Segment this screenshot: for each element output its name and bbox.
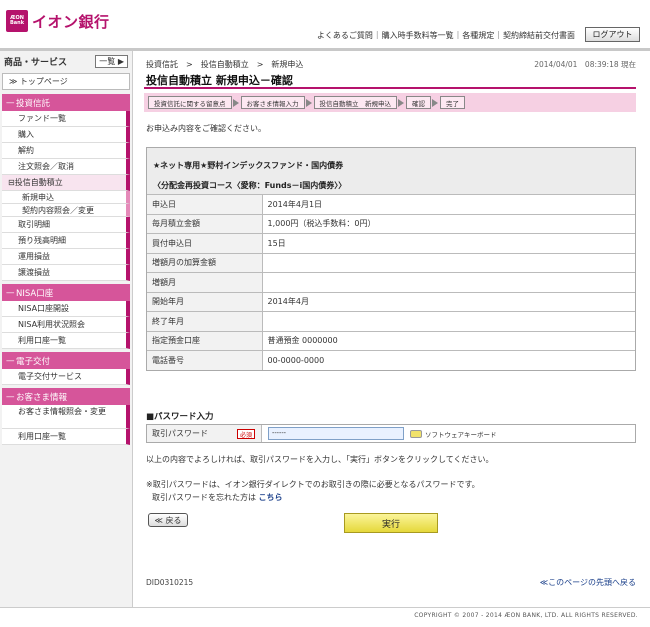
sidebar-title: 商品・サービス [4,57,68,68]
collapse-icon: — [6,97,15,108]
sidebar-item-order-inquiry[interactable]: 注文照会／取消 [2,159,130,175]
pre-contract-doc-link[interactable]: 契約締結前交付書面 [500,30,578,41]
sidebar: 商品・サービス 一覧 ▶ ≫ トップページ — 投資信託 ファンド一覧 購入 解約… [0,51,133,607]
chevron-right-icon: ≫ [9,77,20,86]
copyright: COPYRIGHT © 2007 - 2014 ÆON BANK, LTD. A… [414,612,638,619]
page-title: 投信自動積立 新規申込－確認 [146,74,293,87]
back-to-top-link[interactable]: ≪このページの先頭へ戻る [540,577,636,588]
sidebar-item-contract-inquiry[interactable]: 契約内容照会／変更 [2,204,130,217]
aeon-bank-logo[interactable]: ÆON Bank イオン銀行 [6,10,110,32]
sidebar-item-toppage[interactable]: ≫ トップページ [2,73,130,90]
faq-link[interactable]: よくあるご質問 [314,30,376,41]
step-customer-info: お客さま情報入力 [240,96,312,109]
table-row: 毎月積立金額 1,000円（税込手数料：0円） [147,213,635,234]
section-header-investment-trust[interactable]: — 投資信託 [2,94,130,111]
detail-table: 申込日 2014年4月1日 毎月積立金額 1,000円（税込手数料：0円） 買付申込… [147,194,635,370]
sidebar-item-account-list-2[interactable]: 利用口座一覧 [2,429,130,445]
password-row: 取引パスワード 必須 ソフトウェアキーボード [146,424,636,443]
step-new-application: 投信自動積立 新規申込 [313,96,404,109]
sidebar-item-transaction-detail[interactable]: 取引明細 [2,217,130,233]
sidebar-item-account-list[interactable]: 利用口座一覧 [2,333,130,349]
password-note: ※取引パスワードは、イオン銀行ダイレクトでのお取引きの際に必要となるパスワードで… [146,480,480,489]
title-underline [144,87,636,89]
application-detail-box: ★ネット専用★野村インデックスファンド・国内債券 〈分配金再投資コース〈愛称：F… [146,147,636,371]
sidebar-item-e-delivery-service[interactable]: 電子交付サービス [2,369,130,385]
back-button[interactable]: ≪ 戻る [148,513,188,527]
sidebar-item-fund-list[interactable]: ファンド一覧 [2,111,130,127]
aeon-logo-icon: ÆON Bank [6,10,28,32]
fund-header: ★ネット専用★野村インデックスファンド・国内債券 〈分配金再投資コース〈愛称：F… [147,148,635,194]
table-row: 買付申込日 15日 [147,233,635,253]
password-label: 取引パスワード 必須 [147,425,262,442]
sidebar-item-holdings[interactable]: 預り残高明細 [2,233,130,249]
sidebar-item-new-application[interactable]: 新規申込 [2,191,130,204]
fee-list-link[interactable]: 購入時手数料等一覧 [379,30,457,41]
forgot-password-note: 取引パスワードを忘れた方は こちら [152,493,283,502]
current-datetime: 2014/04/01 08:39:18 現在 [534,60,636,69]
minus-box-icon: ⊟ [8,178,15,187]
password-heading: ■パスワード入力 [146,412,214,422]
sidebar-item-transfer-profit-loss[interactable]: 譲渡損益 [2,265,130,281]
software-keyboard-link[interactable]: ソフトウェアキーボード [425,429,497,439]
sidebar-item-cancel[interactable]: 解約 [2,143,130,159]
table-row: 申込日 2014年4月1日 [147,194,635,214]
sidebar-section-nisa: — NISA口座 NISA口座開設 NISA利用状況照会 利用口座一覧 [2,284,130,349]
breadcrumb: 投資信託 > 投信自動積立 > 新規申込 [146,60,304,69]
header-links: よくあるご質問 | 購入時手数料等一覧 | 各種規定 | 契約締結前交付書面 [314,30,578,41]
sidebar-section-customer-info: — お客さま情報 お客さま情報照会・変更 利用口座一覧 [2,388,130,445]
table-row: 開始年月 2014年4月 [147,291,635,312]
logout-button[interactable]: ログアウト [585,27,640,42]
arrow-right-icon: ▶ [115,56,124,66]
sidebar-group-auto-invest[interactable]: ⊟ 投信自動積立 [2,175,130,191]
keyboard-icon[interactable] [410,429,422,438]
transaction-password-input[interactable] [268,427,404,440]
table-row: 指定預金口座 普通預金 0000000 [147,330,635,351]
table-row: 増額月 [147,272,635,292]
confirm-message: お申込み内容をご確認ください。 [146,124,266,133]
collapse-icon: — [6,391,15,402]
sidebar-item-nisa-open[interactable]: NISA口座開設 [2,301,130,317]
sidebar-section-e-delivery: — 電子交付 電子交付サービス [2,352,130,385]
step-notes: 投資信託に関する留意点 [148,96,238,109]
rules-link[interactable]: 各種規定 [459,30,497,41]
table-row: 電話番号 00-0000-0000 [147,350,635,370]
required-badge: 必須 [236,429,255,439]
step-confirm: 確認 [406,96,438,109]
section-header-customer-info[interactable]: — お客さま情報 [2,388,130,405]
page-id: DID0310215 [146,578,194,587]
table-row: 終了年月 [147,311,635,331]
sidebar-item-profit-loss[interactable]: 運用損益 [2,249,130,265]
table-row: 増額月の加算金額 [147,252,635,273]
sidebar-section-investment-trust: — 投資信託 ファンド一覧 購入 解約 注文照会／取消 ⊟ 投信自動積立 新規申込 … [2,94,130,281]
sidebar-item-customer-info-change[interactable]: お客さま情報照会・変更 [2,405,130,429]
fund-course: 〈分配金再投資コース〈愛称：Funds－i国内債券〉〉 [153,181,347,190]
execute-button[interactable]: 実行 [344,513,438,533]
sidebar-item-purchase[interactable]: 購入 [2,127,130,143]
service-list-button[interactable]: 一覧 ▶ [95,54,128,68]
section-header-e-delivery[interactable]: — 電子交付 [2,352,130,369]
footer-divider [0,607,650,608]
forgot-password-link[interactable]: こちら [259,493,283,502]
sidebar-item-nisa-status[interactable]: NISA利用状況照会 [2,317,130,333]
step-complete: 完了 [440,96,465,109]
fund-name: ★ネット専用★野村インデックスファンド・国内債券 [153,161,344,170]
collapse-icon: — [6,287,15,298]
instruction-text: 以上の内容でよろしければ、取引パスワードを入力し、「実行」ボタンをクリックしてく… [146,455,494,464]
sidebar-header: 商品・サービス 一覧 ▶ [0,51,132,71]
site-header: ÆON Bank イオン銀行 よくあるご質問 | 購入時手数料等一覧 | 各種規定 |… [0,0,650,48]
collapse-icon: — [6,355,15,366]
logo-text: イオン銀行 [32,12,110,31]
step-indicator: 投資信託に関する留意点 お客さま情報入力 投信自動積立 新規申込 確認 完了 [148,96,474,109]
section-header-nisa[interactable]: — NISA口座 [2,284,130,301]
